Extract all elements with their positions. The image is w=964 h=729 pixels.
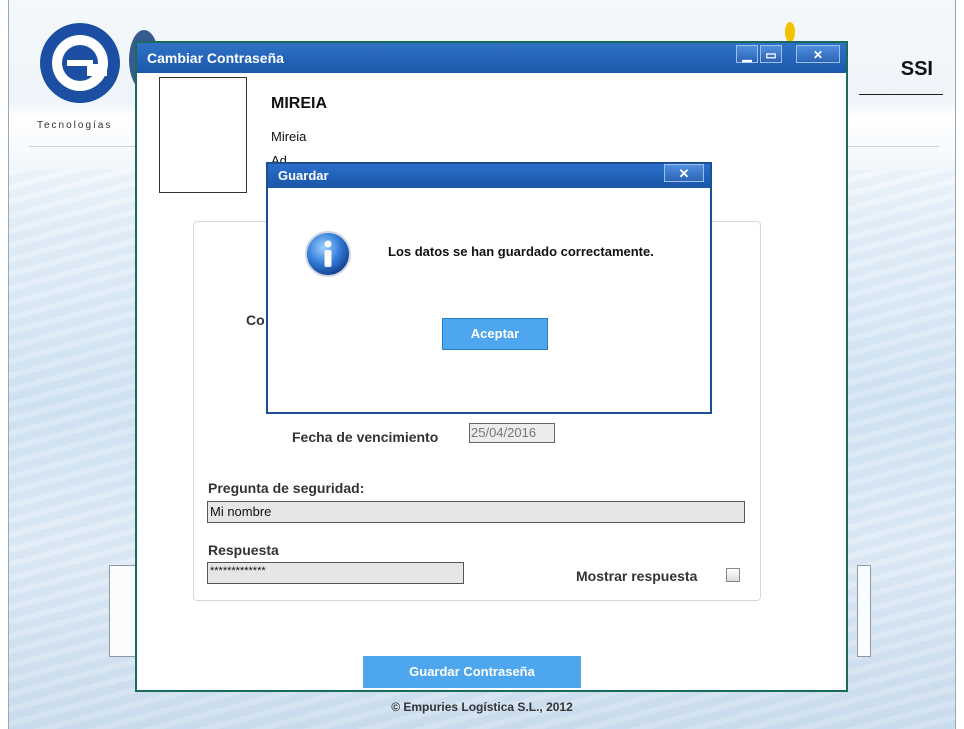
close-icon: ✕	[812, 48, 824, 62]
logo-text: Tecnologías	[37, 120, 113, 131]
security-question-field[interactable]: Mi nombre	[207, 501, 745, 523]
expiry-date-label: Fecha de vencimiento	[292, 429, 439, 445]
answer-field[interactable]: *************	[207, 562, 464, 584]
company-logo	[40, 23, 120, 103]
brand-mark	[785, 22, 795, 42]
brand-label: SSI	[900, 58, 933, 80]
window-titlebar: Cambiar Contraseña ▁ ▭ ✕	[137, 43, 846, 73]
password-label-partial: Co	[246, 312, 265, 328]
minimize-button[interactable]: ▁	[736, 45, 758, 63]
minimize-icon: ▁	[742, 48, 752, 62]
answer-label: Respuesta	[208, 542, 279, 558]
dialog-close-button[interactable]: ✕	[664, 164, 704, 182]
show-answer-checkbox[interactable]	[726, 568, 740, 582]
brand-underline	[859, 94, 943, 95]
window-title: Cambiar Contraseña	[147, 50, 284, 66]
security-question-label: Pregunta de seguridad:	[208, 480, 365, 496]
maximize-icon: ▭	[765, 48, 777, 62]
dialog-title: Guardar	[278, 168, 329, 183]
close-button[interactable]: ✕	[796, 45, 840, 63]
dialog-message: Los datos se han guardado correctamente.	[388, 244, 654, 259]
info-icon	[305, 231, 351, 277]
dialog-titlebar: Guardar ✕	[268, 164, 710, 188]
show-answer-label: Mostrar respuesta	[576, 568, 698, 584]
user-full-name: Mireia	[271, 129, 307, 144]
background-panel-right	[857, 565, 871, 657]
footer-copyright: © Empuries Logística S.L., 2012	[391, 700, 573, 714]
user-photo	[159, 77, 247, 193]
expiry-date-field[interactable]: 25/04/2016	[469, 423, 555, 443]
save-dialog: Guardar ✕ Los datos se han guardado corr…	[266, 162, 712, 414]
username: MIREIA	[271, 95, 327, 112]
accept-button[interactable]: Aceptar	[442, 318, 548, 350]
save-password-button[interactable]: Guardar Contraseña	[363, 656, 581, 688]
close-icon: ✕	[678, 166, 690, 181]
maximize-button[interactable]: ▭	[760, 45, 782, 63]
